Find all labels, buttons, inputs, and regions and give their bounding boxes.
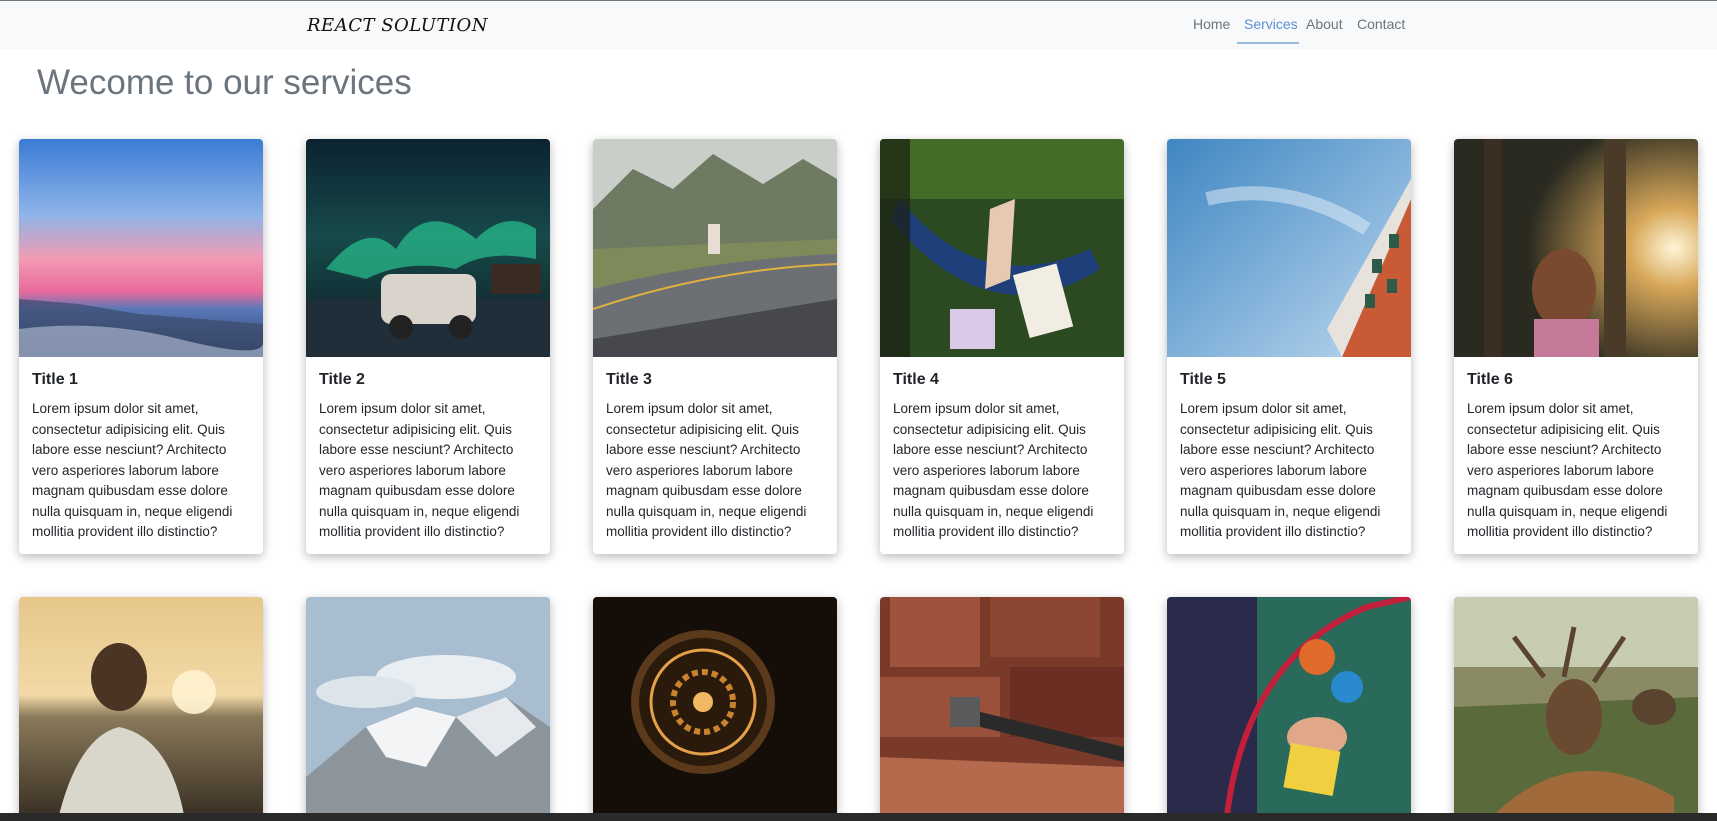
card-title: Title 2 — [319, 371, 365, 388]
aurora-car-image — [306, 139, 550, 357]
card-title: Title 1 — [32, 371, 78, 388]
card-title: Title 4 — [893, 371, 939, 388]
snowy-mountain-image — [306, 597, 550, 815]
service-card-8[interactable] — [306, 597, 550, 821]
brand-logo[interactable]: REACT SOLUTION — [307, 15, 488, 36]
nav-link-home[interactable]: Home — [1193, 16, 1230, 32]
hammock-reading-image — [880, 139, 1124, 357]
service-card-6[interactable]: Title 6 Lorem ipsum dolor sit amet, cons… — [1454, 139, 1698, 554]
service-card-5[interactable]: Title 5 Lorem ipsum dolor sit amet, cons… — [1167, 139, 1411, 554]
deer-image — [1454, 597, 1698, 815]
service-card-1[interactable]: Title 1 Lorem ipsum dolor sit amet, cons… — [19, 139, 263, 554]
card-text: Lorem ipsum dolor sit amet, consectetur … — [893, 401, 1094, 539]
card-text: Lorem ipsum dolor sit amet, consectetur … — [606, 401, 807, 539]
navbar: REACT SOLUTION Home Services About Conta… — [0, 0, 1717, 49]
card-text: Lorem ipsum dolor sit amet, consectetur … — [1467, 401, 1668, 539]
card-title: Title 3 — [606, 371, 652, 388]
rocks-hammer-image — [880, 597, 1124, 815]
service-card-2[interactable]: Title 2 Lorem ipsum dolor sit amet, cons… — [306, 139, 550, 554]
forest-girl-image — [1454, 139, 1698, 357]
page-title: Wecome to our services — [37, 63, 412, 102]
nav-link-contact[interactable]: Contact — [1357, 16, 1405, 32]
service-card-10[interactable] — [880, 597, 1124, 821]
card-title: Title 6 — [1467, 371, 1513, 388]
sky-building-image — [1167, 139, 1411, 357]
bottom-bar — [0, 813, 1717, 821]
card-text: Lorem ipsum dolor sit amet, consectetur … — [319, 401, 520, 539]
active-nav-indicator — [1237, 42, 1299, 44]
nav-link-about[interactable]: About — [1306, 16, 1343, 32]
service-card-4[interactable]: Title 4 Lorem ipsum dolor sit amet, cons… — [880, 139, 1124, 554]
card-title: Title 5 — [1180, 371, 1226, 388]
sunset-man-image — [19, 597, 263, 815]
service-card-11[interactable] — [1167, 597, 1411, 821]
pocket-watch-image — [593, 597, 837, 815]
card-text: Lorem ipsum dolor sit amet, consectetur … — [1180, 401, 1381, 539]
service-card-12[interactable] — [1454, 597, 1698, 821]
sunset-beach-image — [19, 139, 263, 357]
toy-bead-maze-image — [1167, 597, 1411, 815]
nav-link-services[interactable]: Services — [1244, 16, 1298, 32]
service-card-3[interactable]: Title 3 Lorem ipsum dolor sit amet, cons… — [593, 139, 837, 554]
mountain-road-image — [593, 139, 837, 357]
card-text: Lorem ipsum dolor sit amet, consectetur … — [32, 401, 233, 539]
service-card-7[interactable] — [19, 597, 263, 821]
service-card-9[interactable] — [593, 597, 837, 821]
